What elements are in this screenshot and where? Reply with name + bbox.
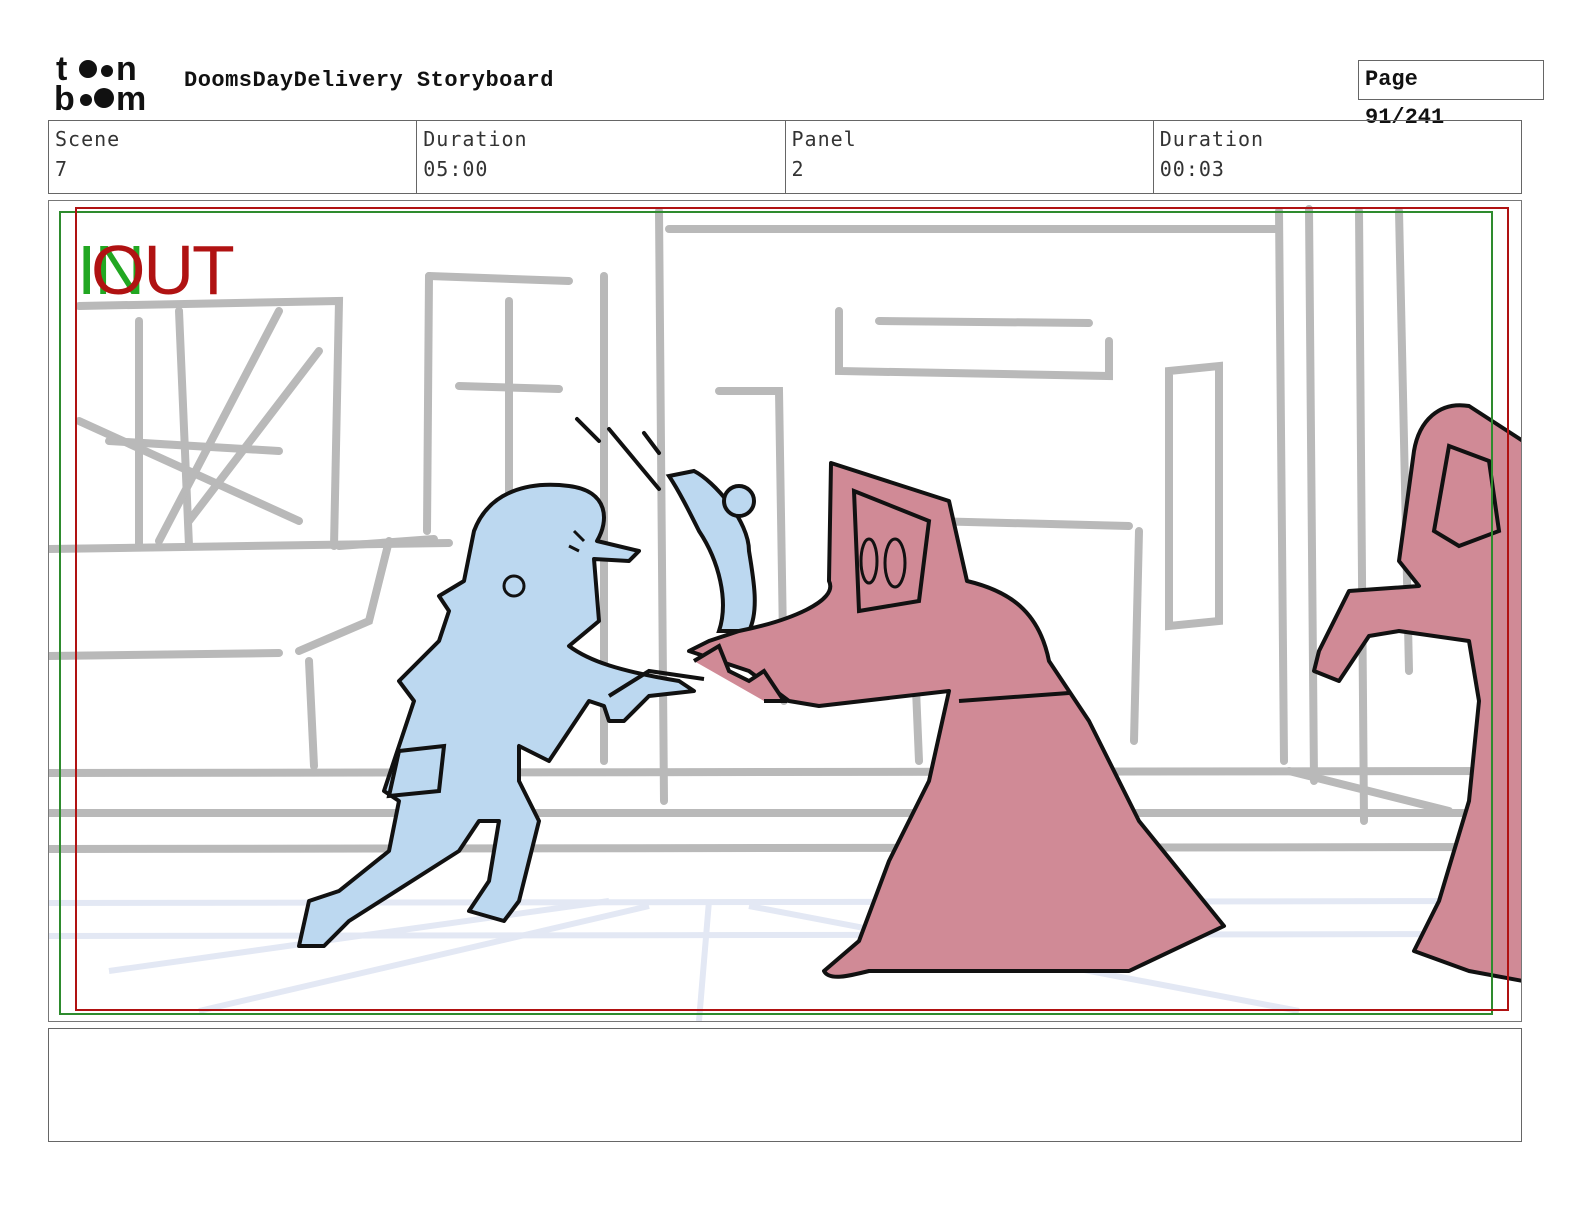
scene-label: Scene [55,127,121,151]
storyboard-panel[interactable]: IN OUT [48,200,1522,1022]
panel-value: 2 [791,157,805,181]
floor-lines [49,898,1521,1021]
panel-label: Panel [791,127,857,151]
page-indicator: Page 91/241 [1358,60,1544,130]
scene-duration-cell: Duration 05:00 [417,121,786,193]
svg-text:b: b [54,80,75,112]
panel-duration-value: 00:03 [1159,157,1225,181]
svg-text:m: m [116,80,146,112]
panel-duration-label: Duration [1159,127,1265,151]
scene-cell: Scene 7 [49,121,418,193]
cultist-character-right [1312,403,1521,983]
toonboom-logo: t n b m [52,50,164,118]
storyboard-title: DoomsDayDelivery Storyboard [184,68,554,93]
courier-character [297,417,757,948]
scene-duration-label: Duration [423,127,528,151]
scene-duration-value: 05:00 [423,157,489,181]
header: t n b m DoomsDayDelivery Storyboard Page… [48,48,1544,130]
panel-cell: Panel 2 [786,121,1154,193]
panel-sketch [49,205,1521,1021]
panel-duration-cell: Duration 00:03 [1154,121,1521,193]
page-label: Page [1365,67,1418,92]
in-out-marker: IN OUT [77,235,277,315]
panel-info-row: Scene 7 Duration 05:00 Panel 2 Duration … [48,120,1522,194]
title-safe-frame [75,207,1509,1011]
panel-notes-box[interactable] [48,1028,1522,1142]
scene-value: 7 [55,157,69,181]
out-label: OUT [91,231,235,309]
